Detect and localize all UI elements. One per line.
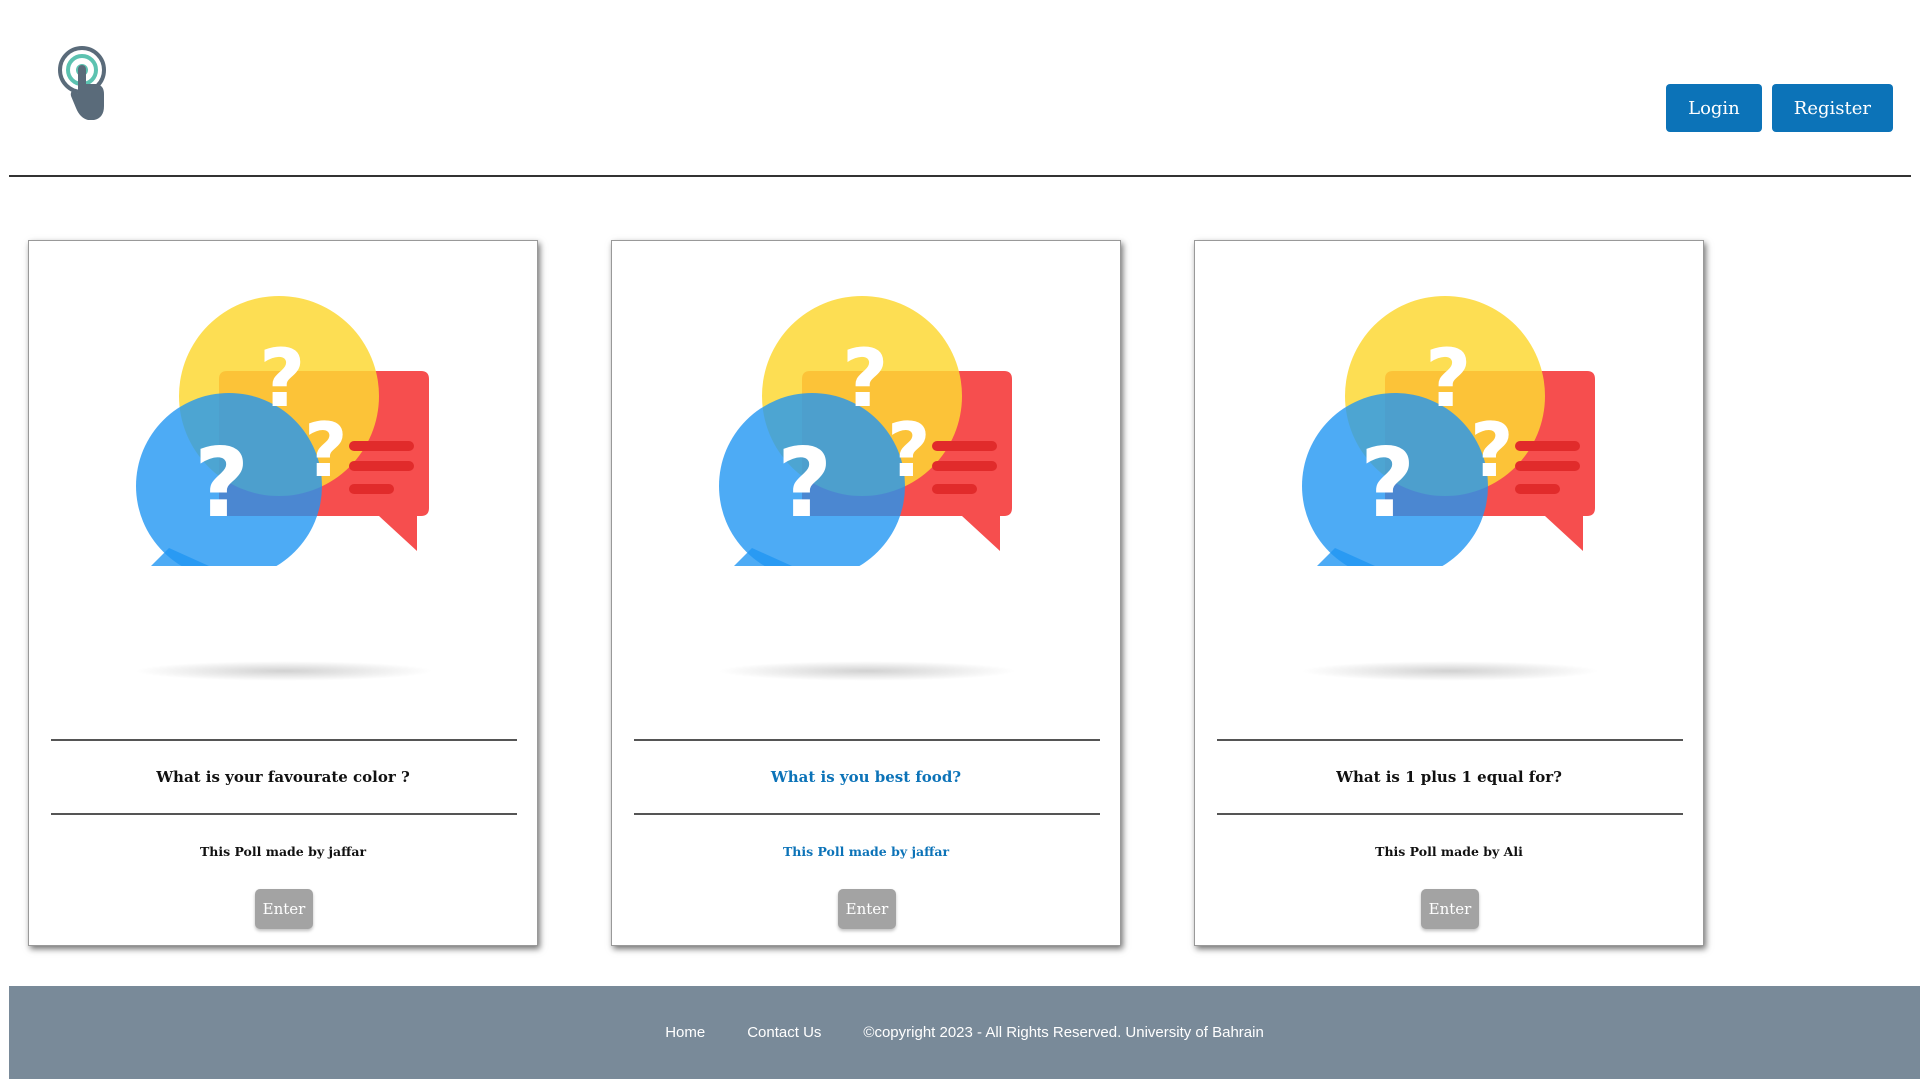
svg-text:?: ? [1425,332,1471,425]
divider [51,739,517,741]
divider [1217,739,1683,741]
question-speech-bubbles-icon: ? ? ? [719,296,1012,566]
footer-home-link[interactable]: Home [665,1024,705,1041]
auth-buttons: Login Register [1666,84,1893,132]
divider [634,739,1100,741]
poll-card[interactable]: ? ? ? What is you best food? This Poll m… [611,240,1121,946]
question-speech-bubbles-icon: ? ? ? [136,296,429,566]
enter-poll-button[interactable]: Enter [838,889,896,929]
poll-author: This Poll made by jaffar [199,844,367,859]
poll-question: What is your favourate color ? [156,768,410,786]
poll-list: ? ? ? What is your favourate color ? Thi… [28,240,1704,946]
enter-poll-button[interactable]: Enter [1421,889,1479,929]
image-shadow [717,661,1017,681]
copyright-text: ©copyright 2023 - All Rights Reserved. U… [863,1024,1264,1041]
poll-author: This Poll made by Ali [1375,844,1523,859]
poll-question: What is 1 plus 1 equal for? [1336,768,1562,786]
site-header: Login Register [9,0,1911,177]
svg-text:?: ? [1360,429,1415,539]
svg-text:?: ? [887,406,931,494]
divider [1217,813,1683,815]
touch-pointer-icon[interactable] [56,44,128,124]
question-speech-bubbles-icon: ? ? ? [1302,296,1595,566]
divider [51,813,517,815]
svg-text:?: ? [777,429,832,539]
enter-poll-button[interactable]: Enter [255,889,313,929]
svg-text:?: ? [1470,406,1514,494]
image-shadow [1300,661,1600,681]
poll-question: What is you best food? [770,768,962,786]
svg-text:?: ? [304,406,348,494]
divider [634,813,1100,815]
poll-card[interactable]: ? ? ? What is 1 plus 1 equal for? This P… [1194,240,1704,946]
poll-author: This Poll made by jaffar [782,844,950,859]
svg-text:?: ? [194,429,249,539]
login-button[interactable]: Login [1666,84,1762,132]
register-button[interactable]: Register [1771,84,1893,132]
image-shadow [134,661,434,681]
svg-text:?: ? [842,332,888,425]
poll-card[interactable]: ? ? ? What is your favourate color ? Thi… [28,240,538,946]
site-footer: Home Contact Us ©copyright 2023 - All Ri… [9,986,1920,1079]
svg-text:?: ? [259,332,305,425]
footer-contact-link[interactable]: Contact Us [747,1024,821,1041]
